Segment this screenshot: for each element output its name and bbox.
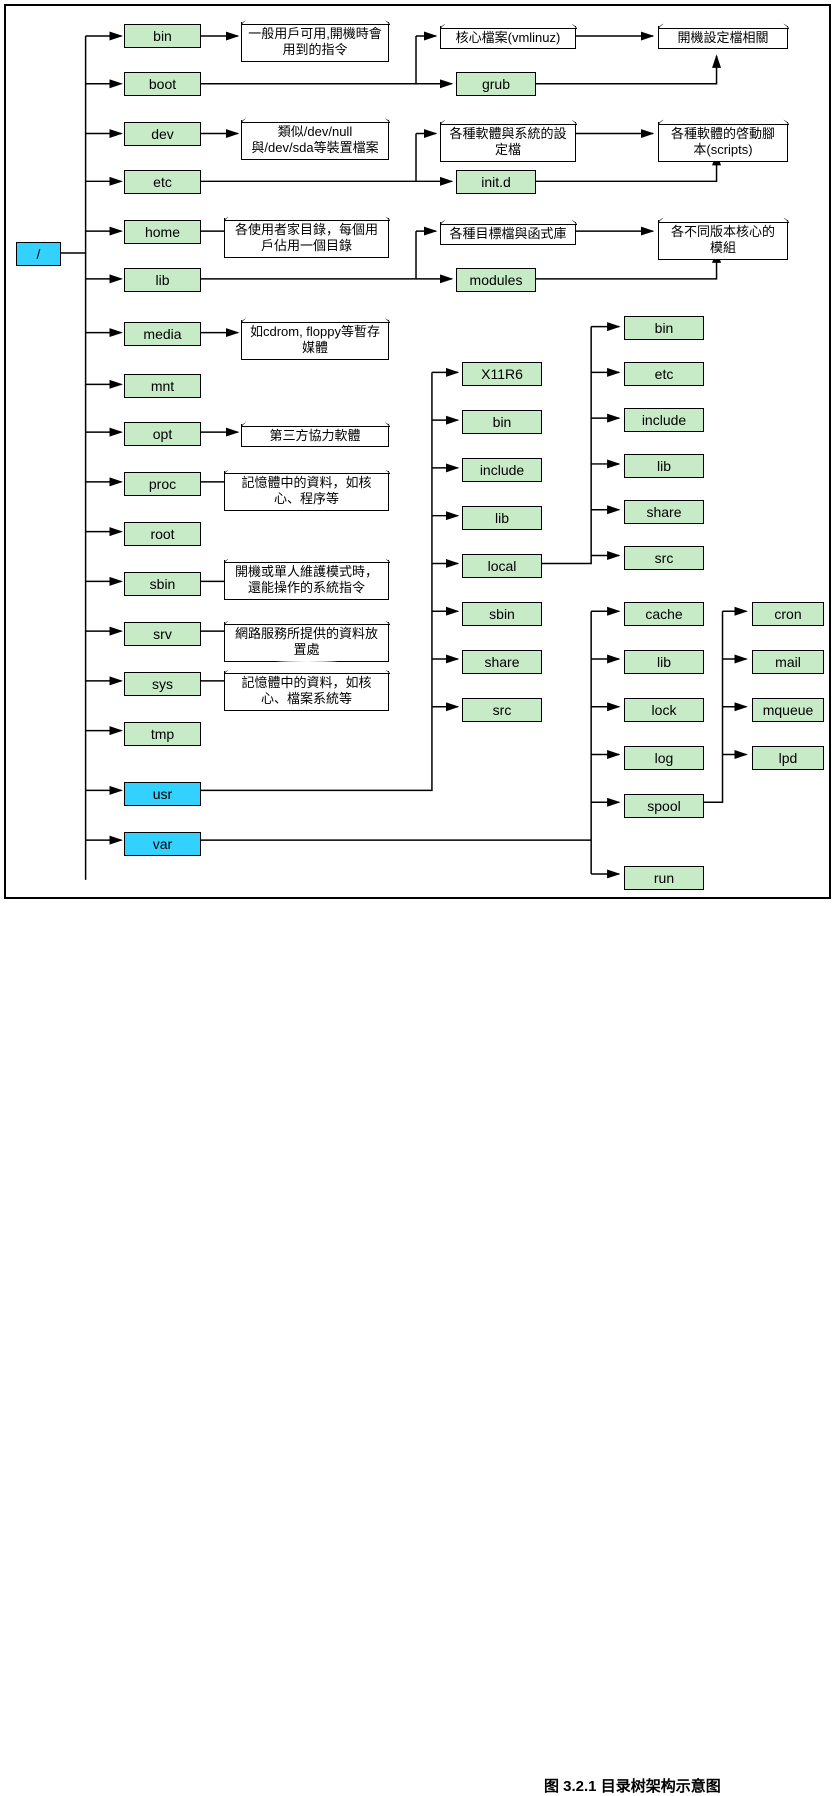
dir-spool-mail: mail <box>752 650 824 674</box>
note-dev: 類似/dev/null與/dev/sda等裝置檔案 <box>241 120 389 160</box>
note-etcconf: 各種軟體與系統的設定檔 <box>440 122 576 162</box>
dir-var-run: run <box>624 866 704 890</box>
dir-usr-share: share <box>462 650 542 674</box>
dir-var: var <box>124 832 201 856</box>
dir-opt: opt <box>124 422 201 446</box>
dir-usr-sbin: sbin <box>462 602 542 626</box>
dir-local-bin: bin <box>624 316 704 340</box>
dir-srv: srv <box>124 622 201 646</box>
dir-boot: boot <box>124 72 201 96</box>
dir-local-etc: etc <box>624 362 704 386</box>
note-opt: 第三方協力軟體 <box>241 424 389 447</box>
dir-bin: bin <box>124 24 201 48</box>
dir-sbin: sbin <box>124 572 201 596</box>
dir-etc: etc <box>124 170 201 194</box>
note-sbin: 開機或單人維護模式時，還能操作的系統指令 <box>224 560 389 600</box>
dir-modules: modules <box>456 268 536 292</box>
dir-proc: proc <box>124 472 201 496</box>
dir-spool-lpd: lpd <box>752 746 824 770</box>
note-sys: 記憶體中的資料，如核心、檔案系統等 <box>224 671 389 711</box>
dir-local-lib: lib <box>624 454 704 478</box>
dir-initd: init.d <box>456 170 536 194</box>
dir-usr-include: include <box>462 458 542 482</box>
dir-local-src: src <box>624 546 704 570</box>
dir-dev: dev <box>124 122 201 146</box>
dir-usr-lib: lib <box>462 506 542 530</box>
note-home: 各使用者家目錄，每個用戶佔用一個目錄 <box>224 218 389 258</box>
dir-media: media <box>124 322 201 346</box>
dir-var-lib: lib <box>624 650 704 674</box>
dir-usr-x11r6: X11R6 <box>462 362 542 386</box>
dir-usr-bin: bin <box>462 410 542 434</box>
dir-usr-src: src <box>462 698 542 722</box>
note-media: 如cdrom, floppy等暫存媒體 <box>241 320 389 360</box>
dir-root: root <box>124 522 201 546</box>
dir-var-cache: cache <box>624 602 704 626</box>
dir-spool-mqueue: mqueue <box>752 698 824 722</box>
dir-grub: grub <box>456 72 536 96</box>
dir-var-spool: spool <box>624 794 704 818</box>
note-bootconf: 開機設定檔相關 <box>658 26 788 49</box>
dir-tmp: tmp <box>124 722 201 746</box>
note-proc: 記憶體中的資料，如核心、程序等 <box>224 471 389 511</box>
dir-spool-cron: cron <box>752 602 824 626</box>
note-kernel: 核心檔案(vmlinuz) <box>440 26 576 49</box>
dir-lib: lib <box>124 268 201 292</box>
dir-root-slash: / <box>16 242 61 266</box>
dir-usr-local: local <box>462 554 542 578</box>
dir-var-log: log <box>624 746 704 770</box>
note-targets: 各種目標檔與函式庫 <box>440 222 576 245</box>
note-kmod: 各不同版本核心的模組 <box>658 220 788 260</box>
figure-caption: 图 3.2.1 目录树架构示意图 <box>544 1775 835 1796</box>
dir-local-share: share <box>624 500 704 524</box>
note-bin: 一般用戶可用,開機時會用到的指令 <box>241 22 389 62</box>
dir-mnt: mnt <box>124 374 201 398</box>
dir-home: home <box>124 220 201 244</box>
dir-usr: usr <box>124 782 201 806</box>
dir-local-include: include <box>624 408 704 432</box>
note-srv: 網路服務所提供的資料放置處 <box>224 622 389 662</box>
directory-tree-diagram: / bin boot dev etc home lib media mnt op… <box>4 4 831 899</box>
dir-var-lock: lock <box>624 698 704 722</box>
note-scripts: 各種軟體的啓動腳本(scripts) <box>658 122 788 162</box>
dir-sys: sys <box>124 672 201 696</box>
